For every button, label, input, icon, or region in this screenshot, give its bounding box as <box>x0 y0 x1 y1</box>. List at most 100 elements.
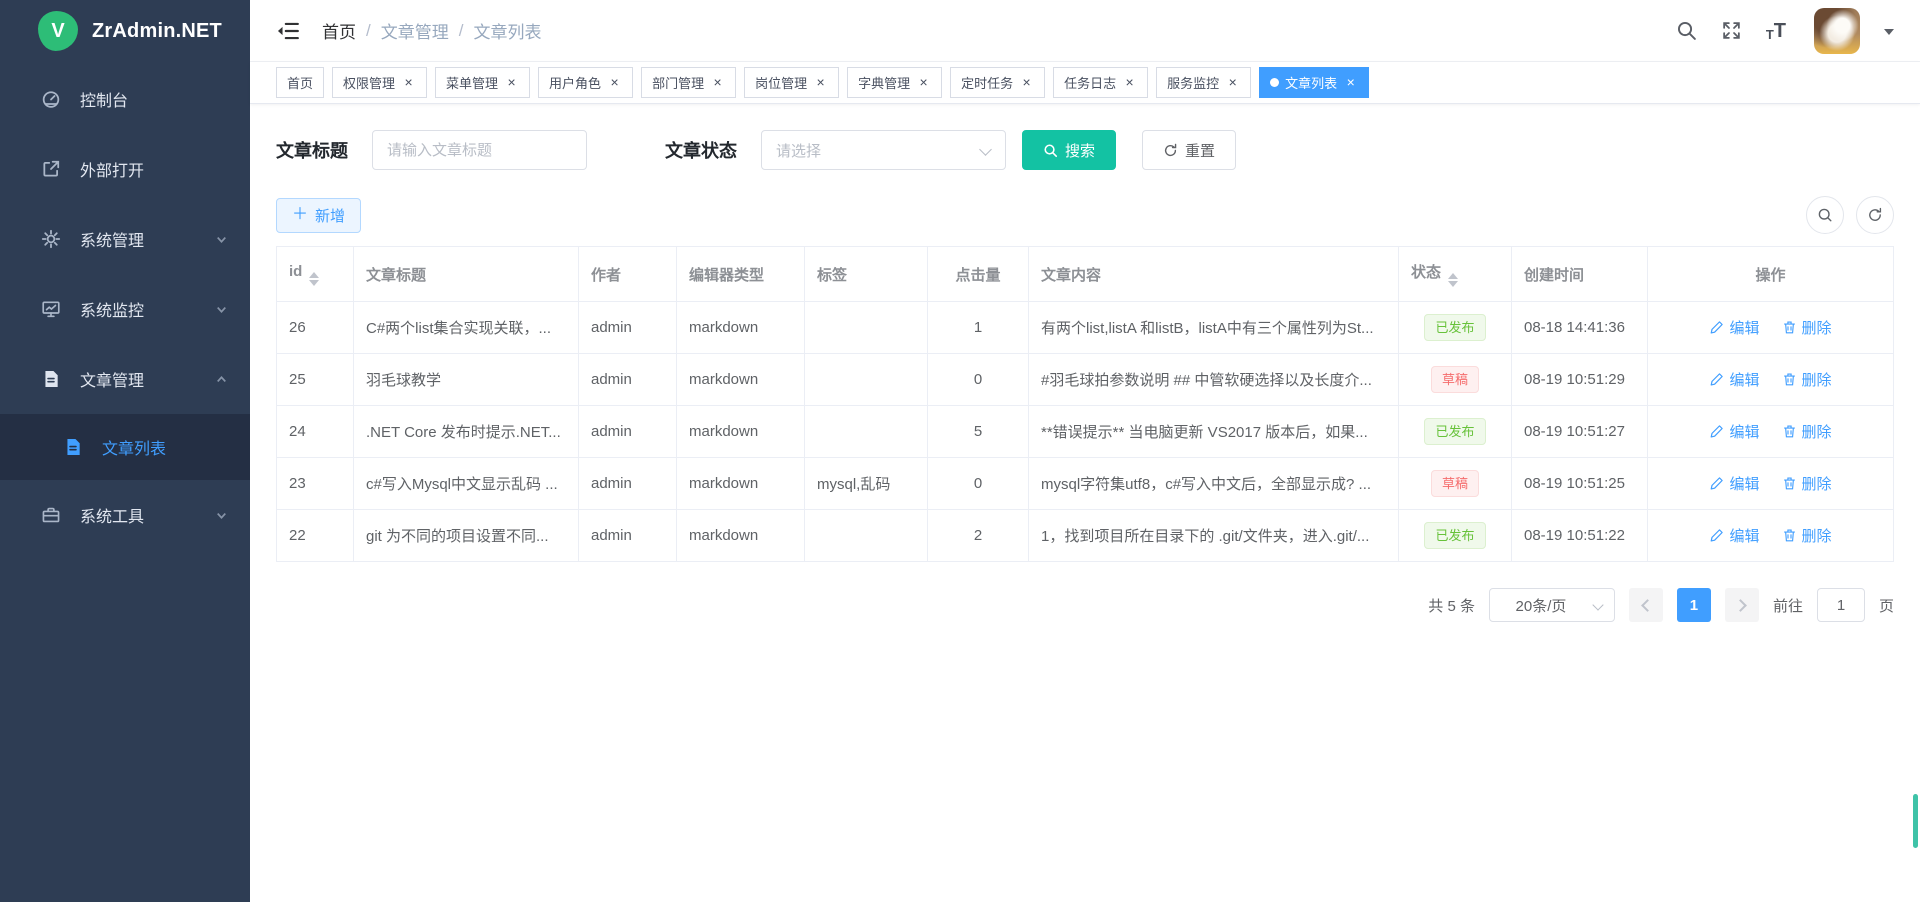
close-icon[interactable]: × <box>607 75 622 90</box>
page-size-select[interactable]: 20条/页 <box>1489 588 1615 622</box>
goto-page-input[interactable] <box>1817 588 1865 622</box>
scrollbar-thumb[interactable] <box>1913 794 1918 848</box>
caret-down-icon[interactable] <box>1884 29 1894 40</box>
prev-page-button[interactable] <box>1629 588 1663 622</box>
app-title: ZrAdmin.NET <box>92 20 222 43</box>
tab-3[interactable]: 用户角色× <box>538 67 633 98</box>
sidebar-item-system-tools[interactable]: 系统工具 <box>0 480 250 550</box>
tab-4[interactable]: 部门管理× <box>641 67 736 98</box>
search-button-label: 搜索 <box>1065 140 1095 161</box>
edit-button[interactable]: 编辑 <box>1709 421 1759 442</box>
close-icon[interactable]: × <box>1225 75 1240 90</box>
delete-button[interactable]: 删除 <box>1782 421 1832 442</box>
page-content: 文章标题 文章状态 请选择 搜索 重置 ＋ <box>250 104 1920 902</box>
table-row: 23c#写入Mysql中文显示乱码 ...adminmarkdownmysql,… <box>277 458 1894 510</box>
breadcrumb-home[interactable]: 首页 <box>322 18 356 43</box>
column-label: 作者 <box>591 267 621 284</box>
tab-1[interactable]: 权限管理× <box>332 67 427 98</box>
table-toolbar: ＋ 新增 <box>276 196 1894 234</box>
close-icon[interactable]: × <box>1019 75 1034 90</box>
close-icon[interactable]: × <box>1122 75 1137 90</box>
toggle-search-button[interactable] <box>1806 196 1844 234</box>
toolbox-icon <box>40 504 62 526</box>
reset-button-label: 重置 <box>1185 140 1215 161</box>
menu-label: 控制台 <box>80 87 128 111</box>
close-icon[interactable]: × <box>1343 75 1358 90</box>
article-title-input[interactable] <box>372 130 587 170</box>
cell-id: 23 <box>277 458 354 510</box>
tab-9[interactable]: 服务监控 × <box>1156 67 1251 98</box>
delete-button[interactable]: 删除 <box>1782 369 1832 390</box>
column-label: 文章标题 <box>366 267 426 284</box>
tabs-bar: 首页权限管理×菜单管理×用户角色×部门管理×岗位管理×字典管理×定时任务×任务日… <box>250 62 1920 104</box>
article-status-label: 文章状态 <box>665 137 737 163</box>
tab-5[interactable]: 岗位管理 × <box>744 67 839 98</box>
delete-button[interactable]: 删除 <box>1782 525 1832 546</box>
status-badge: 草稿 <box>1431 470 1479 497</box>
select-placeholder: 请选择 <box>776 140 821 161</box>
cell-hits: 1 <box>928 302 1029 354</box>
article-status-select[interactable]: 请选择 <box>761 130 1006 170</box>
refresh-button[interactable] <box>1856 196 1894 234</box>
tab-label: 岗位管理 <box>755 73 807 92</box>
cell-title: 羽毛球教学 <box>354 354 579 406</box>
sidebar-item-system-monitor[interactable]: 系统监控 <box>0 274 250 344</box>
app-logo[interactable]: V ZrAdmin.NET <box>0 0 250 62</box>
sidebar-collapse-icon[interactable] <box>276 19 300 43</box>
sidebar-item-article-manage[interactable]: 文章管理 <box>0 344 250 414</box>
delete-button[interactable]: 删除 <box>1782 473 1832 494</box>
delete-button[interactable]: 删除 <box>1782 317 1832 338</box>
tab-label: 服务监控 <box>1167 73 1219 92</box>
add-button[interactable]: ＋ 新增 <box>276 198 361 233</box>
delete-icon <box>1782 320 1797 335</box>
sidebar-item-dashboard[interactable]: 控制台 <box>0 64 250 134</box>
user-avatar[interactable] <box>1814 8 1860 54</box>
tab-0[interactable]: 首页 <box>276 67 324 98</box>
column-label: 文章内容 <box>1041 267 1101 284</box>
edit-button[interactable]: 编辑 <box>1709 369 1759 390</box>
fullscreen-icon[interactable] <box>1721 20 1742 41</box>
active-tab-dot <box>1270 78 1279 87</box>
close-icon[interactable]: × <box>813 75 828 90</box>
cell-editor: markdown <box>677 510 805 562</box>
next-page-button[interactable] <box>1725 588 1759 622</box>
close-icon[interactable]: × <box>916 75 931 90</box>
sort-icon[interactable] <box>1448 273 1458 287</box>
sidebar-item-external-open[interactable]: 外部打开 <box>0 134 250 204</box>
tab-10[interactable]: 文章列表× <box>1259 67 1369 98</box>
tab-8[interactable]: 任务日志× <box>1053 67 1148 98</box>
search-icon[interactable] <box>1676 20 1697 41</box>
chevron-down-icon <box>215 233 228 246</box>
external-link-icon <box>40 158 62 180</box>
sort-icon[interactable] <box>309 272 319 286</box>
edit-button[interactable]: 编辑 <box>1709 473 1759 494</box>
close-icon[interactable]: × <box>401 75 416 90</box>
column-header-id[interactable]: id <box>277 247 354 302</box>
chevron-down-icon <box>215 303 228 316</box>
column-header-status[interactable]: 状态 <box>1399 247 1512 302</box>
edit-button[interactable]: 编辑 <box>1709 525 1759 546</box>
font-size-icon[interactable]: TT <box>1766 21 1786 41</box>
breadcrumb-article-manage: 文章管理 <box>381 18 449 43</box>
tab-6[interactable]: 字典管理× <box>847 67 942 98</box>
cell-editor: markdown <box>677 458 805 510</box>
reset-button[interactable]: 重置 <box>1142 130 1236 170</box>
cell-title: C#两个list集合实现关联，... <box>354 302 579 354</box>
search-form: 文章标题 文章状态 请选择 搜索 重置 <box>276 130 1894 170</box>
cell-editor: markdown <box>677 406 805 458</box>
cell-ops: 编辑 删除 <box>1648 510 1894 562</box>
tab-2[interactable]: 菜单管理× <box>435 67 530 98</box>
tab-7[interactable]: 定时任务× <box>950 67 1045 98</box>
close-icon[interactable]: × <box>504 75 519 90</box>
logo-letter: V <box>51 20 64 43</box>
sidebar-submenu: 文章列表 <box>0 414 250 480</box>
sidebar-item-system-manage[interactable]: 系统管理 <box>0 204 250 274</box>
cell-author: admin <box>579 458 677 510</box>
articles-table: id文章标题作者编辑器类型标签点击量文章内容状态创建时间操作 26C#两个lis… <box>276 246 1894 562</box>
search-button[interactable]: 搜索 <box>1022 130 1116 170</box>
sidebar-item-article-list[interactable]: 文章列表 <box>0 414 250 480</box>
page-1-button[interactable]: 1 <box>1677 588 1711 622</box>
close-icon[interactable]: × <box>710 75 725 90</box>
refresh-icon <box>1867 207 1883 223</box>
edit-button[interactable]: 编辑 <box>1709 317 1759 338</box>
